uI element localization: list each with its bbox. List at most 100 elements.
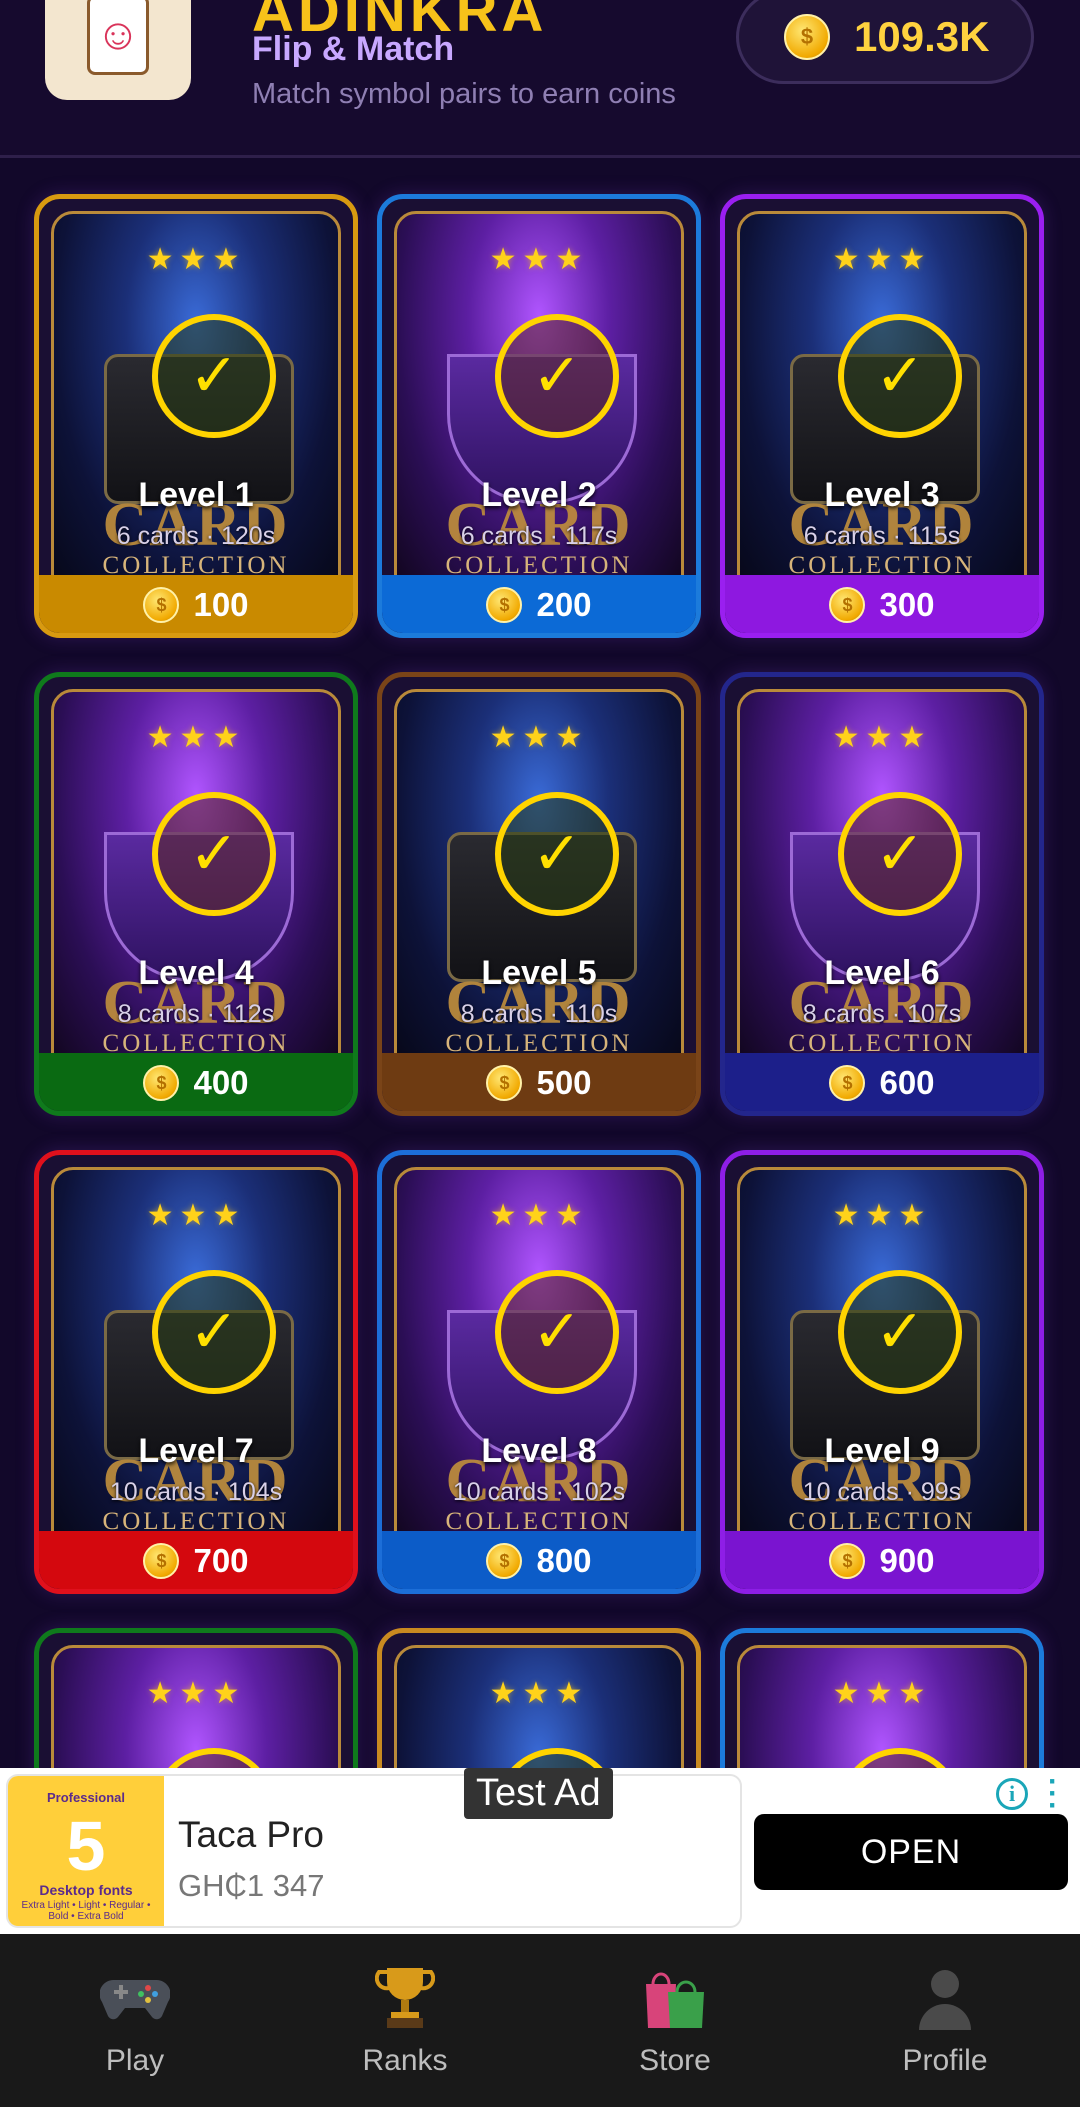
- level-reward-bar: $100: [39, 575, 353, 633]
- completed-check-icon: ✓: [838, 314, 962, 438]
- ad-thumbnail[interactable]: Professional 5 Desktop fonts Extra Light…: [8, 1776, 164, 1926]
- nav-item-ranks[interactable]: Ranks: [270, 1934, 540, 2107]
- level-label: Level 2: [481, 476, 597, 514]
- nav-label-profile: Profile: [902, 2044, 988, 2077]
- completed-check-icon: ✓: [838, 1748, 962, 1768]
- level-stars: ★★★: [832, 721, 932, 754]
- test-ad-label: Test Ad: [464, 1768, 613, 1819]
- nav-label-store: Store: [639, 2044, 711, 2077]
- level-card-art: ★★★ ✓ CARD COLLECTION Level 8 10 cards · 102s: [394, 1167, 684, 1537]
- coin-icon: $: [143, 1065, 180, 1101]
- ad-thumb-top: Professional: [46, 1790, 126, 1805]
- level-card[interactable]: ★★★ ✓ CARD COLLECTION Level 8 10 cards · 102s…: [377, 1150, 701, 1594]
- more-vertical-icon[interactable]: · · ·: [1048, 1767, 1058, 1821]
- nav-label-play: Play: [105, 2044, 165, 2077]
- app-subtitle: Flip & Match: [252, 30, 455, 68]
- level-card-art: ★★★ ✓: [737, 1645, 1027, 1768]
- level-reward: 300: [879, 586, 935, 623]
- ad-banner[interactable]: Professional 5 Desktop fonts Extra Light…: [0, 1767, 1080, 1934]
- nav-item-play[interactable]: Play: [0, 1934, 270, 2107]
- level-label: Level 5: [481, 954, 597, 992]
- level-card[interactable]: ★★★ ✓ CARD COLLECTION Level 7 10 cards · 104s…: [34, 1150, 358, 1594]
- coin-icon: $: [829, 1543, 866, 1579]
- level-card-art: ★★★ ✓: [394, 1645, 684, 1768]
- level-reward-bar: $600: [725, 1053, 1039, 1111]
- ad-content[interactable]: Professional 5 Desktop fonts Extra Light…: [6, 1774, 742, 1928]
- ad-thumb-number: 5: [66, 1807, 106, 1885]
- ad-title[interactable]: Taca Pro: [178, 1814, 324, 1856]
- coin-balance-pill[interactable]: $ 109.3K: [736, 0, 1034, 84]
- level-card-art: ★★★ ✓ CARD COLLECTION Level 48 cards · 112s: [51, 689, 341, 1059]
- completed-check-icon: ✓: [152, 1748, 276, 1768]
- level-card[interactable]: ★★★ ✓ CARD COLLECTION Level 16 cards · 120s $…: [34, 194, 358, 638]
- completed-check-icon: ✓: [495, 792, 619, 916]
- level-reward-bar: $700: [39, 1531, 353, 1589]
- level-label: Level 8: [481, 1432, 597, 1470]
- level-reward-bar: $900: [725, 1531, 1039, 1589]
- level-meta: 8 cards · 107s: [802, 1000, 962, 1028]
- level-reward-bar: $400: [39, 1053, 353, 1111]
- level-reward: 500: [536, 1064, 592, 1101]
- level-meta: 6 cards · 115s: [803, 522, 961, 550]
- level-label: Level 7: [138, 1432, 254, 1470]
- coin-icon: $: [784, 14, 830, 60]
- level-meta: 6 cards · 120s: [116, 522, 276, 550]
- completed-check-icon: ✓: [152, 1270, 276, 1394]
- coin-icon: $: [143, 587, 180, 623]
- level-card[interactable]: ★★★ ✓ CARD COLLECTION Level 9 10 cards · 99s $…: [720, 1150, 1044, 1594]
- level-meta: 10 cards · 104s: [109, 1478, 283, 1506]
- level-meta: 6 cards · 117s: [460, 522, 618, 550]
- ad-price: GH₵1 347: [178, 1868, 325, 1903]
- level-meta: 10 cards · 99s: [802, 1478, 962, 1506]
- coin-icon: $: [486, 1543, 523, 1579]
- level-card[interactable]: ★★★ ✓ CARD COLLECTION Level 48 cards · 112s $…: [34, 672, 358, 1116]
- level-reward-bar: $800: [382, 1531, 696, 1589]
- coin-balance: 109.3K: [854, 13, 990, 60]
- level-card-art: ★★★ ✓ CARD COLLECTION Level 9 10 cards · 99s: [737, 1167, 1027, 1537]
- level-card[interactable]: ★★★ ✓ CARD COLLECTION Level 68 cards · 107s $…: [720, 672, 1044, 1116]
- level-card-art: ★★★ ✓ CARD COLLECTION Level 68 cards · 107s: [737, 689, 1027, 1059]
- info-icon[interactable]: i: [996, 1778, 1028, 1810]
- completed-check-icon: ✓: [152, 314, 276, 438]
- level-label: Level 4: [138, 954, 254, 992]
- level-meta: 8 cards · 112s: [117, 1000, 275, 1028]
- level-card[interactable]: ★★★ ✓ CARD COLLECTION Level 36 cards · 115s $…: [720, 194, 1044, 638]
- level-reward: 800: [536, 1542, 592, 1579]
- coin-icon: $: [829, 587, 866, 623]
- level-card-art: ★★★ ✓ CARD COLLECTION Level 16 cards · 120s: [51, 211, 341, 581]
- completed-check-icon: ✓: [152, 792, 276, 916]
- completed-check-icon: ✓: [495, 1270, 619, 1394]
- completed-check-icon: ✓: [838, 1270, 962, 1394]
- level-stars: ★★★: [832, 1199, 932, 1232]
- coin-icon: $: [486, 587, 523, 623]
- nav-item-profile[interactable]: Profile: [810, 1934, 1080, 2107]
- ad-thumb-caption: Desktop fonts: [39, 1882, 133, 1898]
- level-reward-bar: $500: [382, 1053, 696, 1111]
- level-stars: ★★★: [832, 243, 932, 276]
- level-card[interactable]: ★★★ ✓: [720, 1628, 1044, 1768]
- level-reward-bar: $200: [382, 575, 696, 633]
- level-label: Level 3: [824, 476, 940, 514]
- nav-label-ranks: Ranks: [362, 2044, 448, 2077]
- level-reward: 400: [193, 1064, 249, 1101]
- level-stars: ★★★: [489, 1677, 589, 1710]
- level-label: Level 9: [824, 1432, 940, 1470]
- level-stars: ★★★: [146, 1677, 246, 1710]
- ad-open-button[interactable]: OPEN: [754, 1814, 1068, 1890]
- level-card[interactable]: ★★★ ✓ CARD COLLECTION Level 26 cards · 117s $…: [377, 194, 701, 638]
- level-card-art: ★★★ ✓ CARD COLLECTION Level 36 cards · 115s: [737, 211, 1027, 581]
- app-logo: ☺: [45, 0, 191, 100]
- completed-check-icon: ✓: [495, 314, 619, 438]
- level-meta: 8 cards · 110s: [460, 1000, 618, 1028]
- level-card[interactable]: ★★★ ✓: [377, 1628, 701, 1768]
- level-stars: ★★★: [146, 243, 246, 276]
- level-stars: ★★★: [146, 1199, 246, 1232]
- level-card[interactable]: ★★★ ✓ CARD COLLECTION Level 58 cards · 110s $…: [377, 672, 701, 1116]
- bottom-nav: Play Ranks Store Profile: [0, 1934, 1080, 2107]
- completed-check-icon: ✓: [495, 1748, 619, 1768]
- gamepad-icon: [99, 1964, 171, 2030]
- coin-icon: $: [486, 1065, 523, 1101]
- coin-icon: $: [829, 1065, 866, 1101]
- level-card[interactable]: ★★★ ✓: [34, 1628, 358, 1768]
- nav-item-store[interactable]: Store: [540, 1934, 810, 2107]
